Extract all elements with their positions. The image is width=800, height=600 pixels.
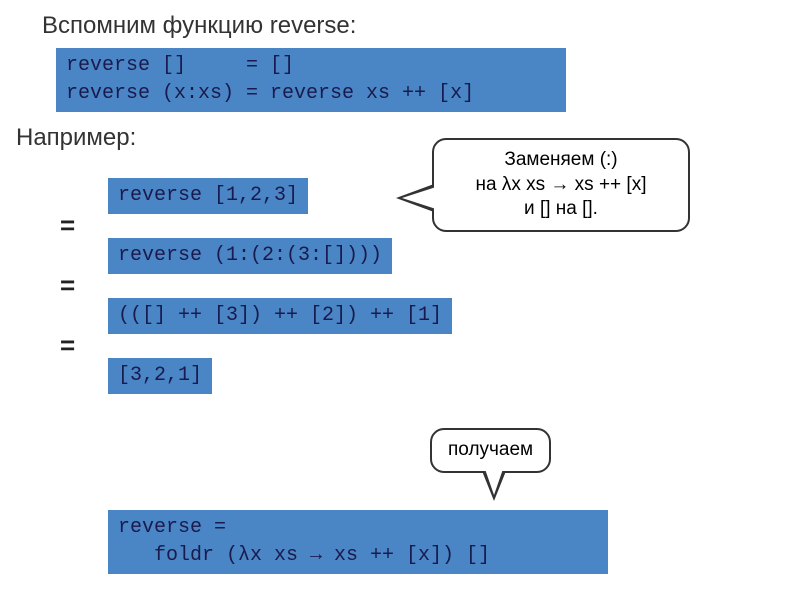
- bubble2-text: получаем: [448, 439, 533, 460]
- speech-bubble-substitution: Заменяем (:) на λx xs → xs ++ [x] и [] н…: [432, 138, 690, 232]
- bubble-line-2: на λx xs → xs ++ [x]: [450, 173, 672, 198]
- code-final: reverse = foldr (λx xs → xs ++ [x]) []: [108, 510, 608, 574]
- bubble-line-1: Заменяем (:): [450, 148, 672, 173]
- equals-1: =: [60, 210, 75, 241]
- bubble-line-3: и [] на [].: [450, 197, 672, 222]
- code-step-3: (([] ++ [3]) ++ [2]) ++ [1]: [108, 298, 452, 334]
- example-label: Например:: [16, 124, 136, 152]
- speech-bubble-result: получаем: [430, 428, 551, 473]
- code-step-4: [3,2,1]: [108, 358, 212, 394]
- code-definition: reverse [] = [] reverse (x:xs) = reverse…: [56, 48, 566, 112]
- code-step-2: reverse (1:(2:(3:[]))): [108, 238, 392, 274]
- page-title: Вспомним функцию reverse:: [42, 12, 356, 40]
- code-step-1: reverse [1,2,3]: [108, 178, 308, 214]
- equals-3: =: [60, 330, 75, 361]
- equals-2: =: [60, 270, 75, 301]
